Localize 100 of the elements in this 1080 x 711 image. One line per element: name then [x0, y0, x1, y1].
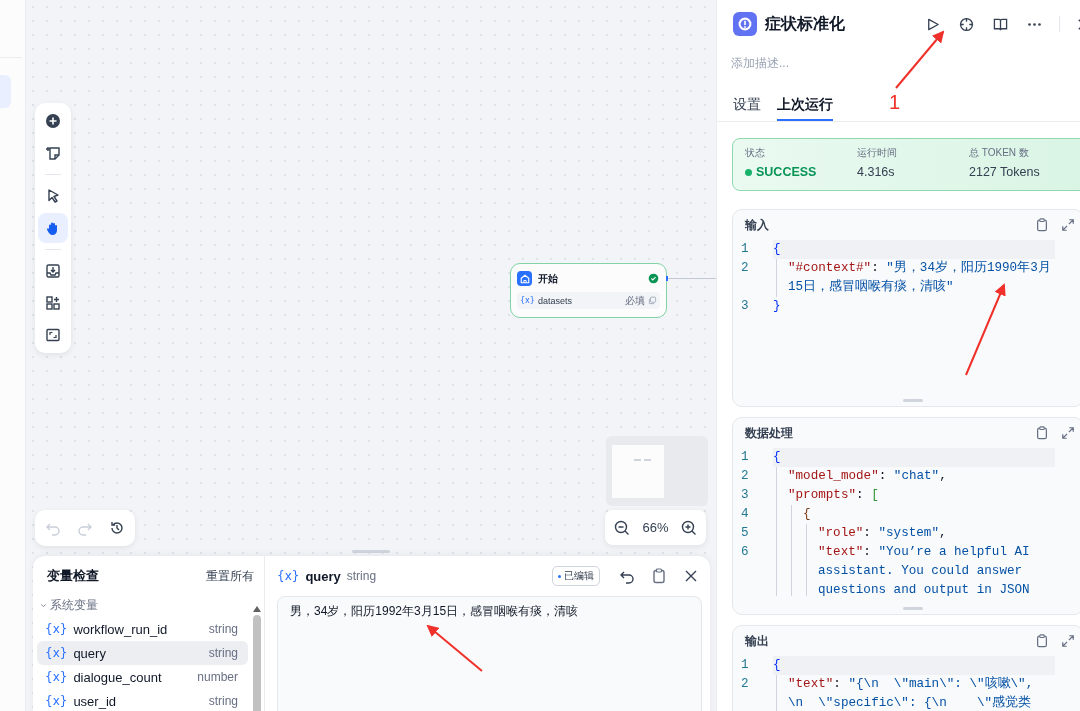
- section-title: 输出: [745, 632, 769, 650]
- copy-button[interactable]: [1035, 218, 1049, 232]
- resize-handle[interactable]: [903, 399, 923, 402]
- code-line: "#context#": "男，34岁，阳历1990年3月15日，感冒咽喉有痰，清咳": [788, 259, 1052, 296]
- variable-name: datasets: [537, 295, 573, 306]
- tab[interactable]: 设置: [733, 96, 761, 121]
- copy-icon: [1035, 218, 1049, 232]
- stat-label: 状态: [745, 146, 766, 160]
- description-field[interactable]: 添加描述...: [731, 54, 1031, 72]
- grid-plus-icon: [45, 295, 61, 311]
- node-handle[interactable]: [666, 276, 668, 281]
- variable-icon: {x}: [277, 569, 300, 583]
- line-number: 4: [740, 506, 750, 523]
- code-line: "text": "{\n \"main\": \"咳嗽\", \n \"specific\": {\n \"感觉类: [788, 675, 1035, 711]
- panel-title: 变量检查: [47, 567, 99, 585]
- code-line: "text": "You’re a helpful AI assistant. You could answer questions and output in JSON: [818, 544, 1031, 596]
- close-icon: [683, 568, 699, 584]
- variable-icon: {x}: [45, 646, 68, 660]
- required-label: 必填: [625, 293, 645, 308]
- reset-all-link[interactable]: 重置所有: [206, 567, 254, 585]
- expand-button[interactable]: [1061, 634, 1075, 648]
- copy-button[interactable]: [1035, 634, 1049, 648]
- variable-type: string: [346, 569, 377, 583]
- node-logo-icon: [733, 12, 757, 36]
- note-add-icon: [45, 145, 61, 161]
- line-number: 3: [740, 298, 750, 315]
- section-title: 数据处理: [745, 424, 793, 442]
- code-editor[interactable]: 1 2 { "text": "{\n \"main\": \"咳嗽\", \n \"specific\": {\n \"感觉类: [733, 656, 1080, 711]
- connector-line: [668, 278, 716, 279]
- line-number: 3: [740, 487, 750, 504]
- scroll-thumb[interactable]: [253, 615, 261, 711]
- node-title: 开始: [538, 271, 559, 286]
- zoom-in-icon: [681, 519, 697, 536]
- section-title: 输入: [745, 216, 769, 234]
- line-number: 2: [740, 468, 750, 485]
- variable-name: query: [305, 568, 341, 584]
- scrollbar[interactable]: [252, 606, 262, 711]
- line-number: 2: [740, 676, 750, 693]
- expand-icon: [1061, 218, 1075, 232]
- variable-icon: {x}: [45, 670, 68, 684]
- copy-icon: [1035, 634, 1049, 648]
- variable-type: number: [197, 670, 238, 684]
- resize-handle[interactable]: [903, 607, 923, 610]
- add-icon: [45, 113, 61, 129]
- copy-icon: [1035, 426, 1049, 440]
- expand-button[interactable]: [1061, 426, 1075, 440]
- annotation-number: 1: [889, 91, 901, 114]
- code-editor[interactable]: 1 2 3 4 5 6 { "model_mode": "chat", "prompts": [ { "role": "system", "text": "You’re a helpful AI assistant. You could answer questions and output in JSON: [733, 448, 1080, 596]
- more-icon: [1027, 22, 1041, 26]
- fullscreen-icon: [45, 327, 61, 343]
- code-editor[interactable]: 1 2 3 { "#context#": "男，34岁，阳历1990年3月15日，感冒咽喉有痰，清咳" }: [733, 240, 1080, 316]
- expand-icon: [1061, 634, 1075, 648]
- variable-icon: {x}: [45, 694, 68, 708]
- code-line: "role": "system",: [818, 525, 948, 542]
- variable-list-item[interactable]: {x} dialogue_count number: [37, 665, 248, 689]
- code-line: }: [773, 298, 782, 315]
- copy-button[interactable]: [1035, 426, 1049, 440]
- variable-name: dialogue_count: [73, 669, 163, 685]
- value-text-area[interactable]: 男，34岁，阳历1992年3月15日，感冒咽喉有痰，清咳: [277, 596, 702, 711]
- line-number: 2: [740, 260, 750, 277]
- stat-label: 运行时间: [857, 146, 898, 160]
- code-line: {: [803, 506, 812, 523]
- annotation-arrow: [895, 30, 945, 89]
- code-line: "model_mode": "chat",: [788, 468, 948, 485]
- book-icon: [992, 16, 1008, 32]
- zoom-out-button[interactable]: [614, 519, 630, 536]
- tab[interactable]: 上次运行: [777, 96, 833, 121]
- expand-icon: [1061, 426, 1075, 440]
- code-line: "prompts": [: [788, 487, 880, 504]
- variable-name: workflow_run_id: [73, 621, 169, 637]
- variable-type: string: [208, 646, 238, 660]
- group-toggle[interactable]: 系统变量: [37, 596, 98, 614]
- variable-icon: {x}: [45, 622, 68, 636]
- hand-tool-button[interactable]: [38, 213, 68, 243]
- line-number: 1: [740, 449, 750, 466]
- expand-button[interactable]: [1061, 218, 1075, 232]
- variable-list-item[interactable]: {x} user_id string: [37, 689, 248, 711]
- zoom-level[interactable]: 66%: [642, 520, 669, 535]
- variable-list-item[interactable]: {x} query string: [37, 641, 248, 665]
- variable-name: query: [73, 645, 107, 661]
- history-icon: [109, 520, 125, 536]
- stat-value: 4.316s: [857, 165, 896, 179]
- variable-type: string: [208, 694, 238, 708]
- line-number: 5: [740, 525, 750, 542]
- edited-badge: 已编辑: [552, 566, 600, 586]
- start-node[interactable]: 开始 {x} datasets 必填: [510, 263, 667, 318]
- line-number: 1: [740, 657, 750, 674]
- crosshair-icon: [958, 16, 974, 32]
- zoom-out-icon: [614, 519, 630, 536]
- annotation-arrow: [426, 624, 483, 672]
- copy-icon: [651, 568, 667, 584]
- home-icon: [517, 271, 532, 286]
- variable-type: string: [208, 622, 238, 636]
- line-number: 1: [740, 241, 750, 258]
- zoom-in-button[interactable]: [681, 519, 697, 536]
- stat-value: 2127 Tokens: [969, 165, 1041, 179]
- export-icon: [45, 263, 61, 279]
- variable-icon: {x}: [520, 296, 535, 305]
- line-number: 6: [740, 544, 750, 561]
- variable-list-item[interactable]: {x} workflow_run_id string: [37, 617, 248, 641]
